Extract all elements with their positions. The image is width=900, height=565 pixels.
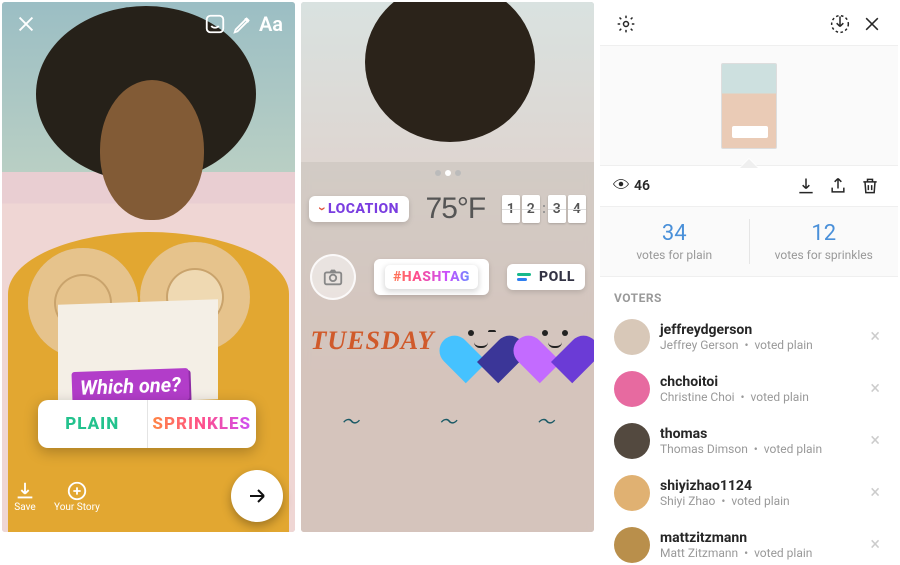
editor-top-toolbar: Aa [2, 10, 295, 38]
voter-username: thomas [660, 426, 866, 442]
close-icon[interactable] [856, 8, 888, 40]
voter-username: jeffreydgerson [660, 322, 866, 338]
location-sticker[interactable]: LOCATION [309, 196, 409, 222]
save-highlight-icon[interactable] [824, 8, 856, 40]
temperature-sticker[interactable]: 75°F [426, 192, 486, 226]
selfie-sticker-button[interactable] [310, 254, 356, 300]
share-icon[interactable] [822, 170, 854, 202]
voters-list[interactable]: jeffreydgersonJeffrey Gerson • voted pla… [600, 311, 898, 565]
poll-sticker-button[interactable]: POLL [507, 264, 585, 290]
avatar [614, 423, 650, 459]
poll-card-sticker[interactable]: PLAIN SPRINKLES [38, 400, 256, 448]
voter-subtext: Jeffrey Gerson • voted plain [660, 338, 866, 352]
weekday-sticker[interactable]: TUESDAY [310, 326, 434, 356]
your-story-button[interactable]: Your Story [54, 480, 100, 513]
save-button[interactable]: Save [14, 480, 36, 513]
poll-option-b[interactable]: SPRINKLES [148, 400, 257, 448]
heart-sticker-purple[interactable] [528, 316, 584, 366]
avatar [614, 475, 650, 511]
poll-question-sticker[interactable]: Which one? [71, 368, 189, 404]
remove-voter-icon[interactable]: × [866, 532, 884, 558]
story-thumbnail[interactable] [721, 63, 777, 149]
voter-row[interactable]: jeffreydgersonJeffrey Gerson • voted pla… [600, 311, 898, 363]
page-indicator [435, 170, 461, 176]
sticker-tray-screen: LOCATION 75°F 1 2 3 4 #HASHTAG POLL [301, 2, 594, 532]
view-count: 46 [634, 178, 650, 194]
remove-voter-icon[interactable]: × [866, 480, 884, 506]
sticker-drawer[interactable]: LOCATION 75°F 1 2 3 4 #HASHTAG POLL [301, 162, 594, 532]
download-icon[interactable] [790, 170, 822, 202]
voter-username: mattzitzmann [660, 530, 866, 546]
stats-bar: 46 [600, 166, 898, 206]
trash-icon[interactable] [854, 170, 886, 202]
voter-row[interactable]: mattzitzmannMatt Zitzmann • voted plain× [600, 519, 898, 565]
settings-icon[interactable] [610, 8, 642, 40]
story-photo [2, 2, 295, 532]
voter-subtext: Christine Choi • voted plain [660, 390, 866, 404]
close-icon[interactable] [12, 10, 40, 38]
send-to-button[interactable] [231, 470, 283, 522]
story-editor-screen: Aa Which one? PLAIN SPRINKLES Save Your … [2, 2, 295, 532]
clock-sticker[interactable]: 1 2 3 4 [502, 195, 586, 223]
poll-option-a[interactable]: PLAIN [38, 400, 147, 448]
voter-username: chchoitoi [660, 374, 866, 390]
avatar [614, 527, 650, 563]
vote-tally: 34 votes for plain 12 votes for sprinkle… [600, 206, 898, 277]
save-label: Save [14, 502, 35, 513]
remove-voter-icon[interactable]: × [866, 376, 884, 402]
voter-row[interactable]: chchoitoiChristine Choi • voted plain× [600, 363, 898, 415]
avatar [614, 371, 650, 407]
voter-subtext: Thomas Dimson • voted plain [660, 442, 866, 456]
result-option-b: 12 votes for sprinkles [750, 207, 899, 276]
hashtag-sticker[interactable]: #HASHTAG [374, 259, 489, 295]
sticker-row-partial: ～～～ [301, 408, 594, 532]
your-story-label: Your Story [54, 502, 100, 513]
remove-voter-icon[interactable]: × [866, 428, 884, 454]
poll-results-panel: 46 34 votes for plain 12 votes for sprin… [600, 2, 898, 532]
avatar [614, 319, 650, 355]
stickers-icon[interactable] [201, 10, 229, 38]
voter-username: shiyizhao1124 [660, 478, 866, 494]
remove-voter-icon[interactable]: × [866, 324, 884, 350]
story-thumbnail-strip [600, 46, 898, 166]
voter-row[interactable]: thomasThomas Dimson • voted plain× [600, 415, 898, 467]
voters-heading: VOTERS [600, 277, 898, 311]
heart-sticker-blue[interactable] [454, 316, 510, 366]
draw-icon[interactable] [229, 10, 257, 38]
voter-subtext: Matt Zitzmann • voted plain [660, 546, 866, 560]
editor-bottom-toolbar: Save Your Story [2, 470, 295, 522]
voter-subtext: Shiyi Zhao • voted plain [660, 494, 866, 508]
voter-row[interactable]: shiyizhao1124Shiyi Zhao • voted plain× [600, 467, 898, 519]
results-header [600, 2, 898, 46]
text-tool-button[interactable]: Aa [257, 10, 285, 38]
views-icon [612, 175, 630, 197]
result-option-a: 34 votes for plain [600, 207, 749, 276]
